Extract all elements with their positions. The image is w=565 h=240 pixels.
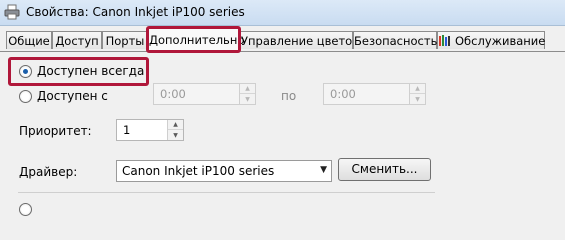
driver-label: Драйвер: [19,165,78,179]
to-time-down-icon[interactable]: ▼ [410,94,425,104]
available-to-label: по [281,89,297,103]
tab-sharing[interactable]: Доступ [52,31,102,49]
priority-down-icon[interactable]: ▼ [168,130,183,140]
priority-up-icon[interactable]: ▲ [168,120,183,130]
driver-select[interactable]: Canon Inkjet iP100 series ▼ [116,160,332,182]
tab-security[interactable]: Безопасность [353,31,437,49]
tab-color-management[interactable]: Управление цветом [240,31,361,49]
printer-icon [4,4,20,20]
to-time-up-icon[interactable]: ▲ [410,84,425,94]
separator [18,192,435,193]
tab-strip: Общие Доступ Порты Дополнительно Управле… [0,26,565,53]
tab-advanced[interactable]: Дополнительно [148,28,244,51]
radio-selected-dot [23,69,28,74]
tab-ports[interactable]: Порты [102,31,148,49]
priority-stepper[interactable]: 1 ▲ ▼ [116,119,184,141]
available-from-label: Доступен с [37,89,108,103]
available-to-time[interactable]: 0:00 ▲ ▼ [323,83,426,105]
spool-option-radio[interactable] [19,203,32,216]
from-time-up-icon[interactable]: ▲ [240,84,255,94]
change-driver-button[interactable]: Сменить... [338,158,431,181]
tab-panel-border [0,51,565,52]
available-always-label: Доступен всегда [37,64,145,78]
from-time-down-icon[interactable]: ▼ [240,94,255,104]
tab-general[interactable]: Общие [6,31,52,49]
priority-label: Приоритет: [19,124,92,138]
chevron-down-icon: ▼ [320,165,327,175]
tab-maintenance[interactable]: Обслуживание [437,31,545,49]
maintenance-tools-icon [439,35,450,46]
window-title: Свойства: Canon Inkjet iP100 series [26,5,245,19]
available-from-time[interactable]: 0:00 ▲ ▼ [153,83,256,105]
available-from-radio[interactable] [19,90,32,103]
available-always-radio[interactable] [19,65,32,78]
title-bar: Свойства: Canon Inkjet iP100 series [0,0,565,26]
